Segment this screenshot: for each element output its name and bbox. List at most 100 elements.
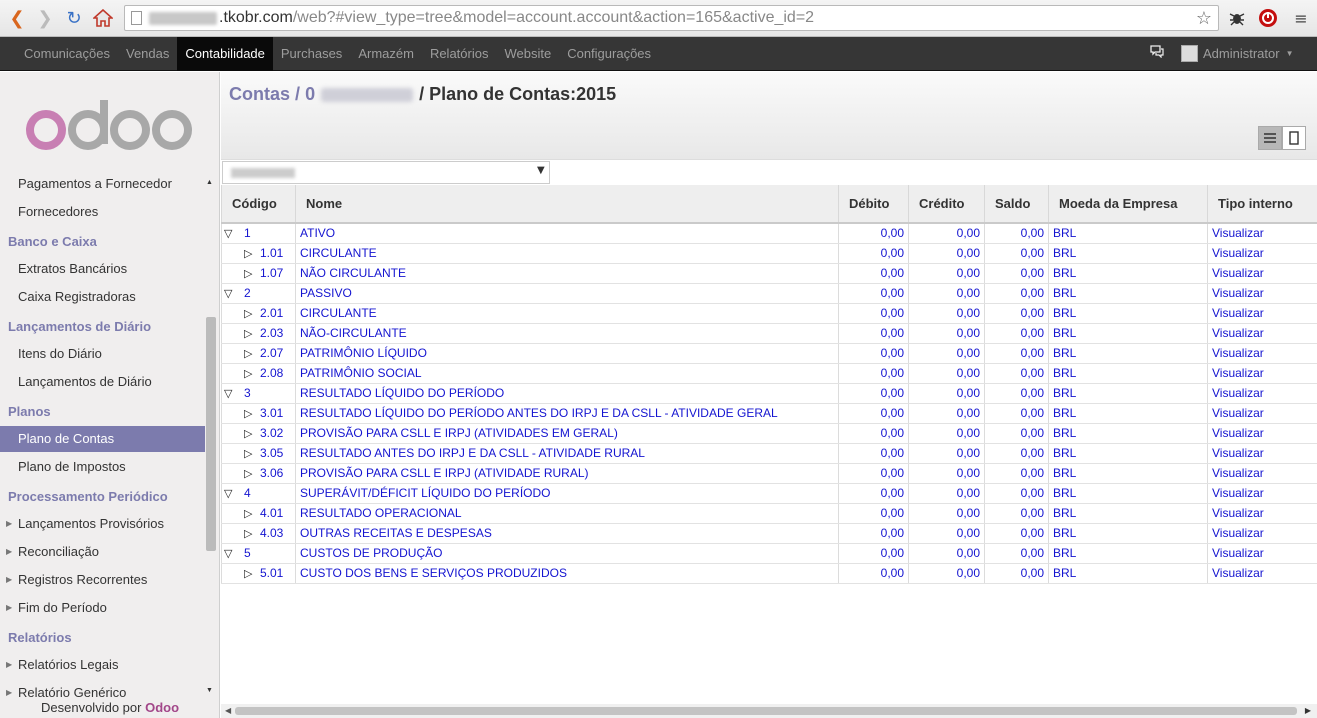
expand-icon[interactable]: ▷ bbox=[244, 447, 252, 460]
cell-currency: BRL bbox=[1048, 563, 1208, 584]
sidebar-item-lancamentos-provisorios[interactable]: ▶ Lançamentos Provisórios bbox=[0, 511, 205, 537]
table-row[interactable]: ▷ 2.08 PATRIMÔNIO SOCIAL 0,00 0,00 0,00 BRL Vis… bbox=[221, 363, 1317, 384]
table-row[interactable]: ▷ 3.05 RESULTADO ANTES DO IRPJ E DA CSLL -… bbox=[221, 443, 1317, 464]
cell-debit: 0,00 bbox=[838, 503, 909, 524]
menu-armazem[interactable]: Armazém bbox=[350, 37, 422, 71]
sidebar-item-itens-diario[interactable]: Itens do Diário bbox=[0, 341, 205, 367]
sidebar-item-lancamentos-diario[interactable]: Lançamentos de Diário bbox=[0, 369, 205, 395]
reload-icon[interactable]: ↻ bbox=[63, 7, 85, 29]
scroll-right-icon[interactable]: ▶ bbox=[1305, 706, 1311, 715]
menu-website[interactable]: Website bbox=[496, 37, 559, 71]
table-row[interactable]: ▷ 1.01 CIRCULANTE 0,00 0,00 0,00 BRL Visualizar bbox=[221, 243, 1317, 264]
menu-configuracoes[interactable]: Configurações bbox=[559, 37, 659, 71]
cell-internal-type: Visualizar bbox=[1207, 283, 1317, 304]
expand-icon[interactable]: ▷ bbox=[244, 467, 252, 480]
expand-icon[interactable]: ▷ bbox=[244, 567, 252, 580]
cell-internal-type: Visualizar bbox=[1207, 443, 1317, 464]
table-row[interactable]: ▷ 3.06 PROVISÃO PARA CSLL E IRPJ (ATIVIDAD… bbox=[221, 463, 1317, 484]
menu-relatorios[interactable]: Relatórios bbox=[422, 37, 497, 71]
scroll-left-icon[interactable]: ◀ bbox=[225, 706, 231, 715]
menu-purchases[interactable]: Purchases bbox=[273, 37, 350, 71]
powered-by-link[interactable]: Odoo bbox=[145, 700, 179, 715]
table-row[interactable]: ▷ 5.01 CUSTO DOS BENS E SERVIÇOS PRODUZIDO… bbox=[221, 563, 1317, 584]
collapse-icon[interactable]: ▽ bbox=[224, 387, 232, 400]
account-code: 2.07 bbox=[260, 346, 284, 360]
col-tipo[interactable]: Tipo interno bbox=[1207, 185, 1317, 224]
expand-icon[interactable]: ▷ bbox=[244, 267, 252, 280]
expand-icon[interactable]: ▷ bbox=[244, 367, 252, 380]
sidebar-item-plano-contas[interactable]: Plano de Contas bbox=[0, 426, 205, 452]
table-row[interactable]: ▽ 1 ATIVO 0,00 0,00 0,00 BRL Visualizar bbox=[221, 223, 1317, 244]
sidebar-item-fornecedores[interactable]: Fornecedores bbox=[0, 199, 205, 225]
expand-icon[interactable]: ▷ bbox=[244, 507, 252, 520]
expand-icon[interactable]: ▷ bbox=[244, 527, 252, 540]
extension-bug-icon[interactable] bbox=[1226, 6, 1248, 30]
sidebar-item-registros[interactable]: ▶ Registros Recorrentes bbox=[0, 567, 205, 593]
col-nome[interactable]: Nome bbox=[295, 185, 839, 224]
table-row[interactable]: ▽ 3 RESULTADO LÍQUIDO DO PERÍODO 0,00 0,00 0,… bbox=[221, 383, 1317, 404]
table-row[interactable]: ▷ 2.07 PATRIMÔNIO LÍQUIDO 0,00 0,00 0,00 BRL Vi… bbox=[221, 343, 1317, 364]
sidebar-item-relatorios-legais[interactable]: ▶ Relatórios Legais bbox=[0, 652, 205, 678]
menu-vendas[interactable]: Vendas bbox=[118, 37, 177, 71]
table-row[interactable]: ▷ 2.01 CIRCULANTE 0,00 0,00 0,00 BRL Visualizar bbox=[221, 303, 1317, 324]
cell-balance: 0,00 bbox=[984, 463, 1049, 484]
expand-icon[interactable]: ▷ bbox=[244, 347, 252, 360]
user-menu[interactable]: Administrator ▼ bbox=[1181, 45, 1294, 62]
expand-icon[interactable]: ▷ bbox=[244, 307, 252, 320]
forward-icon[interactable]: ❯ bbox=[34, 7, 56, 29]
bookmark-star-icon[interactable]: ☆ bbox=[1193, 6, 1215, 30]
scroll-thumb[interactable] bbox=[206, 317, 216, 551]
home-icon[interactable] bbox=[92, 7, 114, 29]
chat-icon[interactable] bbox=[1150, 45, 1168, 63]
address-bar[interactable]: .tkobr.com/web?#view_type=tree&model=acc… bbox=[124, 5, 1219, 31]
cell-internal-type: Visualizar bbox=[1207, 523, 1317, 544]
collapse-icon[interactable]: ▽ bbox=[224, 287, 232, 300]
form-view-icon[interactable] bbox=[1282, 126, 1306, 150]
sidebar-item-fim-periodo[interactable]: ▶ Fim do Período bbox=[0, 595, 205, 621]
table-row[interactable]: ▷ 4.01 RESULTADO OPERACIONAL 0,00 0,00 0,00 BR… bbox=[221, 503, 1317, 524]
breadcrumb-separator: / bbox=[295, 84, 301, 104]
sidebar-item-reconciliacao[interactable]: ▶ Reconciliação bbox=[0, 539, 205, 565]
caret-right-icon: ▶ bbox=[6, 660, 13, 669]
table-row[interactable]: ▷ 3.01 RESULTADO LÍQUIDO DO PERÍODO ANTES … bbox=[221, 403, 1317, 424]
collapse-icon[interactable]: ▽ bbox=[224, 227, 232, 240]
collapse-icon[interactable]: ▽ bbox=[224, 487, 232, 500]
table-row[interactable]: ▽ 2 PASSIVO 0,00 0,00 0,00 BRL Visualizar bbox=[221, 283, 1317, 304]
company-select[interactable]: ▼ bbox=[222, 161, 550, 184]
scroll-thumb[interactable] bbox=[235, 707, 1297, 715]
table-row[interactable]: ▷ 2.03 NÃO-CIRCULANTE 0,00 0,00 0,00 BRL Visual… bbox=[221, 323, 1317, 344]
sidebar-item-extratos[interactable]: Extratos Bancários bbox=[0, 256, 205, 282]
sidebar-scrollbar[interactable]: ▲ ▼ bbox=[205, 175, 217, 705]
breadcrumb-contas[interactable]: Contas bbox=[229, 84, 290, 104]
sidebar-item-caixa[interactable]: Caixa Registradoras bbox=[0, 284, 205, 310]
menu-comunicacoes[interactable]: Comunicações bbox=[16, 37, 118, 71]
horizontal-scrollbar[interactable]: ◀ ▶ bbox=[221, 704, 1317, 718]
menu-icon[interactable]: ≡ bbox=[1290, 6, 1312, 30]
extension-stop-icon[interactable] bbox=[1257, 6, 1279, 30]
expand-icon[interactable]: ▷ bbox=[244, 247, 252, 260]
col-debito[interactable]: Débito bbox=[838, 185, 909, 224]
sidebar-item-pagamentos[interactable]: Pagamentos a Fornecedor bbox=[0, 171, 205, 197]
scroll-up-icon[interactable]: ▲ bbox=[206, 179, 213, 186]
breadcrumb-zero[interactable]: 0 bbox=[305, 84, 315, 104]
collapse-icon[interactable]: ▽ bbox=[224, 547, 232, 560]
expand-icon[interactable]: ▷ bbox=[244, 327, 252, 340]
table-row[interactable]: ▽ 4 SUPERÁVIT/DÉFICIT LÍQUIDO DO PERÍODO 0,… bbox=[221, 483, 1317, 504]
col-saldo[interactable]: Saldo bbox=[984, 185, 1049, 224]
col-codigo[interactable]: Código bbox=[221, 185, 296, 224]
table-row[interactable]: ▷ 3.02 PROVISÃO PARA CSLL E IRPJ (ATIVIDAD… bbox=[221, 423, 1317, 444]
col-moeda[interactable]: Moeda da Empresa bbox=[1048, 185, 1208, 224]
list-view-icon[interactable] bbox=[1258, 126, 1282, 150]
table-row[interactable]: ▽ 5 CUSTOS DE PRODUÇÃO 0,00 0,00 0,00 BRL Visua… bbox=[221, 543, 1317, 564]
cell-name: SUPERÁVIT/DÉFICIT LÍQUIDO DO PERÍODO bbox=[295, 483, 839, 504]
account-code: 4.03 bbox=[260, 526, 284, 540]
back-icon[interactable]: ❮ bbox=[6, 7, 28, 29]
table-row[interactable]: ▷ 1.07 NÃO CIRCULANTE 0,00 0,00 0,00 BRL Visual… bbox=[221, 263, 1317, 284]
col-credito[interactable]: Crédito bbox=[908, 185, 985, 224]
menu-contabilidade[interactable]: Contabilidade bbox=[177, 37, 273, 71]
scroll-down-icon[interactable]: ▼ bbox=[206, 687, 213, 694]
sidebar-item-plano-impostos[interactable]: Plano de Impostos bbox=[0, 454, 205, 480]
table-row[interactable]: ▷ 4.03 OUTRAS RECEITAS E DESPESAS 0,00 0,00 0… bbox=[221, 523, 1317, 544]
expand-icon[interactable]: ▷ bbox=[244, 427, 252, 440]
expand-icon[interactable]: ▷ bbox=[244, 407, 252, 420]
